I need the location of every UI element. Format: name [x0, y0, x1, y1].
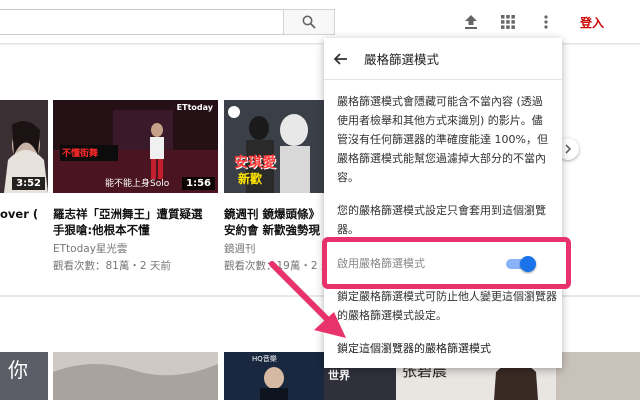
- video-title[interactable]: 羅志祥「亞洲舞王」遭質疑選手狠嗆:他根本不懂: [53, 206, 203, 238]
- video-thumbnail[interactable]: 3:52: [0, 100, 48, 193]
- video-meta: 觀看次數：81萬・2 天前: [53, 260, 171, 272]
- lock-restricted-mode-link[interactable]: 鎖定這個瀏覽器的嚴格篩選模式: [337, 340, 491, 356]
- upload-button[interactable]: [461, 12, 481, 32]
- more-vert-icon: [544, 15, 548, 29]
- video-title[interactable]: over (: [0, 206, 48, 222]
- restricted-mode-description: 嚴格篩選模式會隱藏可能含不當內容 (透過使用者檢舉和其他方式來識別) 的影片。儘…: [337, 95, 548, 184]
- chevron-right-icon: [565, 144, 572, 154]
- thumbnail-caption: HQ音樂: [252, 355, 277, 363]
- panel-title: 嚴格篩選模式: [364, 52, 440, 67]
- video-channel[interactable]: 鏡週刊: [224, 242, 324, 257]
- back-button[interactable]: [324, 38, 358, 80]
- search-icon: [302, 15, 316, 29]
- video-duration: 1:56: [182, 177, 215, 190]
- more-button[interactable]: [536, 12, 556, 32]
- apps-grid-icon: [501, 15, 515, 29]
- thumbnail-art: [53, 352, 218, 400]
- restricted-mode-toggle[interactable]: [506, 256, 536, 272]
- video-duration: 3:52: [12, 177, 45, 190]
- signin-button[interactable]: 登入: [580, 14, 604, 31]
- video-thumbnail[interactable]: [53, 352, 218, 400]
- video-thumbnail[interactable]: [556, 352, 640, 400]
- video-meta: 觀看次數：19萬・2 天前: [224, 260, 324, 272]
- thumbnail-caption: 安琪愛: [234, 155, 276, 171]
- search-input[interactable]: [0, 9, 283, 35]
- restricted-mode-toggle-row[interactable]: 啟用嚴格篩選模式: [322, 237, 571, 289]
- toggle-label: 啟用嚴格篩選模式: [337, 257, 425, 270]
- video-thumbnail[interactable]: ETtoday 不懂街舞 能不能上身Solo 1:56: [53, 100, 218, 193]
- video-thumbnail[interactable]: 你: [0, 352, 48, 400]
- thumbnail-subtitle: 能不能上身Solo: [105, 179, 170, 189]
- channel-watermark: ETtoday: [176, 103, 213, 112]
- thumbnail-caption: 你: [8, 358, 28, 382]
- search-button[interactable]: [283, 9, 335, 35]
- restricted-mode-scope-note: 您的嚴格篩選模式設定只會套用到這個瀏覽器。: [337, 204, 546, 236]
- apps-button[interactable]: [498, 12, 518, 32]
- thumbnail-caption: 不懂街舞: [62, 149, 99, 159]
- video-thumbnail[interactable]: HQ音樂: [224, 352, 324, 400]
- panel-header: 嚴格篩選模式: [324, 38, 562, 80]
- video-channel[interactable]: ETtoday星光雲: [53, 242, 218, 257]
- panel-body: 嚴格篩選模式會隱藏可能含不當內容 (透過使用者檢舉和其他方式來識別) 的影片。儘…: [324, 80, 562, 239]
- video-thumbnail[interactable]: 安琪愛 新歡: [224, 100, 324, 193]
- toggle-knob: [520, 256, 536, 272]
- thumbnail-caption-2: 新歡: [238, 172, 263, 186]
- lock-description: 鎖定嚴格篩選模式可防止他人變更這個瀏覽器的嚴格篩選模式設定。: [337, 290, 557, 322]
- upload-icon: [465, 15, 477, 29]
- video-title[interactable]: 鏡週刊 鏡爆頭條》安約會 新歡強勢現身: [224, 206, 324, 238]
- back-arrow-icon: [334, 52, 347, 65]
